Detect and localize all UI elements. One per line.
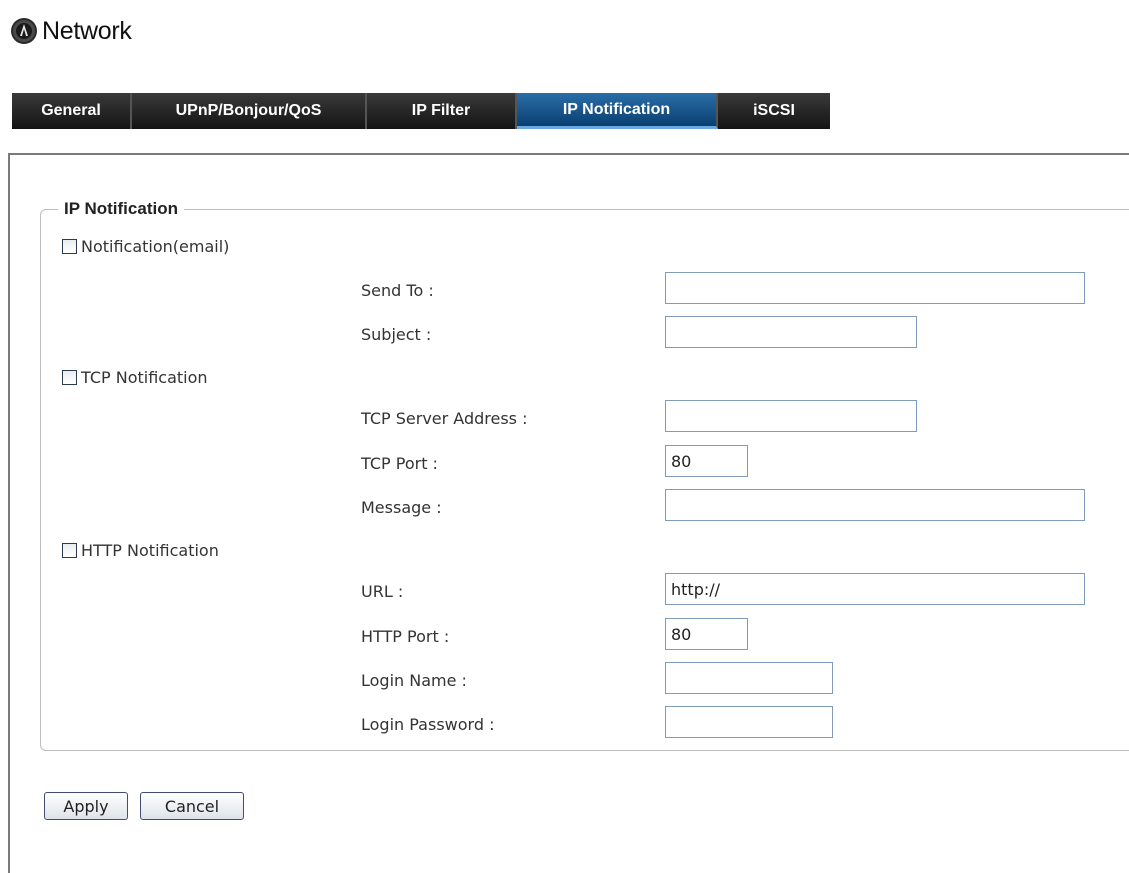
tab-ip-filter[interactable]: IP Filter — [367, 93, 517, 129]
email-notification-checkbox[interactable] — [62, 239, 77, 254]
tab-upnp-bonjour-qos[interactable]: UPnP/Bonjour/QoS — [132, 93, 367, 129]
cancel-button[interactable]: Cancel — [140, 792, 244, 820]
url-input[interactable] — [665, 573, 1085, 605]
http-notification-label: HTTP Notification — [81, 541, 219, 560]
email-notification-row: Notification(email) — [62, 237, 229, 256]
subject-input[interactable] — [665, 316, 917, 348]
subject-label: Subject : — [361, 325, 432, 344]
tcp-server-address-input[interactable] — [665, 400, 917, 432]
message-input[interactable] — [665, 489, 1085, 521]
http-notification-row: HTTP Notification — [62, 541, 219, 560]
tcp-server-address-label: TCP Server Address : — [361, 409, 528, 428]
login-name-label: Login Name : — [361, 671, 467, 690]
url-label: URL : — [361, 582, 404, 601]
apply-button[interactable]: Apply — [44, 792, 128, 820]
page-header: Network — [10, 14, 132, 48]
http-notification-checkbox[interactable] — [62, 543, 77, 558]
tcp-notification-label: TCP Notification — [81, 368, 208, 387]
tab-iscsi[interactable]: iSCSI — [718, 93, 830, 129]
message-label: Message : — [361, 498, 442, 517]
send-to-label: Send To : — [361, 281, 434, 300]
tcp-port-label: TCP Port : — [361, 454, 438, 473]
tab-bar: General UPnP/Bonjour/QoS IP Filter IP No… — [12, 93, 830, 129]
email-notification-label: Notification(email) — [81, 237, 230, 256]
network-icon — [10, 17, 38, 45]
tcp-notification-row: TCP Notification — [62, 368, 208, 387]
tcp-port-input[interactable] — [665, 445, 748, 477]
tab-general[interactable]: General — [12, 93, 132, 129]
send-to-input[interactable] — [665, 272, 1085, 304]
tab-ip-notification[interactable]: IP Notification — [517, 93, 718, 129]
http-port-label: HTTP Port : — [361, 627, 450, 646]
login-password-label: Login Password : — [361, 715, 495, 734]
page-title: Network — [42, 16, 132, 45]
fieldset-legend: IP Notification — [58, 199, 184, 219]
tcp-notification-checkbox[interactable] — [62, 370, 77, 385]
login-password-input[interactable] — [665, 706, 833, 738]
http-port-input[interactable] — [665, 618, 748, 650]
login-name-input[interactable] — [665, 662, 833, 694]
